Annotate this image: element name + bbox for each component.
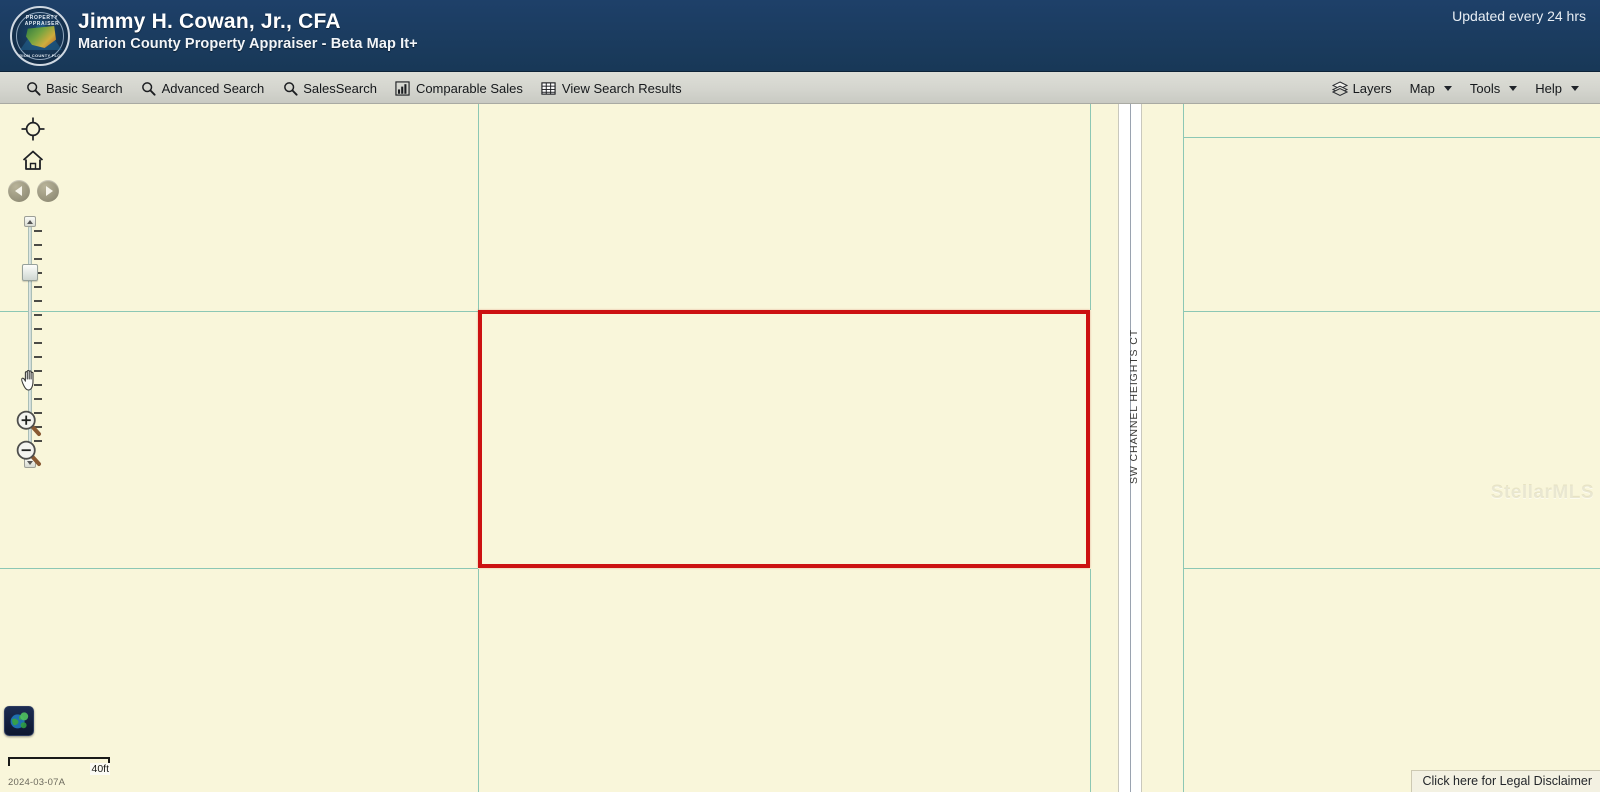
chevron-down-icon xyxy=(1571,85,1579,91)
bar-chart-icon xyxy=(395,80,411,96)
search-icon xyxy=(141,80,157,96)
legal-disclaimer-link[interactable]: Click here for Legal Disclaimer xyxy=(1411,770,1600,792)
map-application: PROPERTY APPRAISER MARION COUNTY FLORIDA… xyxy=(0,0,1600,792)
menu-item-label: Basic Search xyxy=(46,80,123,96)
menu-item-sales-search[interactable]: SalesSearch xyxy=(273,76,386,100)
menu-item-label: Layers xyxy=(1352,80,1392,96)
layers-icon xyxy=(1331,80,1348,96)
stellarmls-watermark: StellarMLS xyxy=(1490,482,1594,503)
parcel-line xyxy=(0,568,478,569)
updated-note: Updated every 24 hrs xyxy=(1452,8,1586,24)
imagery-date-stamp: 2024-03-07A xyxy=(8,777,66,788)
zoom-out-icon[interactable] xyxy=(14,438,44,468)
main-toolbar: Basic Search Advanced Search SalesSearch xyxy=(0,72,1600,104)
search-icon xyxy=(282,80,298,96)
menu-item-label: Advanced Search xyxy=(161,80,265,96)
menu-item-label: SalesSearch xyxy=(303,80,377,96)
toolbar-left-group: Basic Search Advanced Search SalesSearch xyxy=(16,72,691,104)
page-title: Jimmy H. Cowan, Jr., CFA xyxy=(78,10,341,33)
road-label: SW CHANNEL HEIGHTS CT xyxy=(1128,328,1140,484)
zoom-slider-up-button[interactable] xyxy=(24,216,36,227)
menu-item-label: Map xyxy=(1409,80,1435,96)
menu-item-view-search-results[interactable]: View Search Results xyxy=(532,76,691,100)
table-grid-icon xyxy=(541,80,557,96)
chevron-down-icon xyxy=(1509,85,1518,91)
page-subtitle: Marion County Property Appraiser - Beta … xyxy=(78,36,418,52)
seal-text-bottom: MARION COUNTY FLORIDA xyxy=(12,53,70,58)
zoom-in-icon[interactable] xyxy=(14,408,44,438)
seal-text-top: PROPERTY APPRAISER xyxy=(24,15,60,27)
app-header: PROPERTY APPRAISER MARION COUNTY FLORIDA… xyxy=(0,0,1600,72)
menu-item-map[interactable]: Map xyxy=(1401,76,1461,100)
home-icon[interactable] xyxy=(20,148,46,172)
menu-item-comparable-sales[interactable]: Comparable Sales xyxy=(386,76,532,100)
menu-item-label: Tools xyxy=(1469,80,1501,96)
scale-bar: 40ft xyxy=(8,757,110,775)
locate-crosshair-icon[interactable] xyxy=(20,116,46,142)
globe-overview-icon[interactable] xyxy=(4,706,34,736)
next-extent-icon[interactable] xyxy=(37,180,59,202)
menu-item-tools[interactable]: Tools xyxy=(1461,76,1526,100)
county-seal-icon: PROPERTY APPRAISER MARION COUNTY FLORIDA xyxy=(10,6,70,66)
toolbar-right-group: Layers Map Tools Help xyxy=(1323,72,1588,104)
selected-parcel-highlight[interactable] xyxy=(478,310,1090,568)
search-icon xyxy=(25,80,41,96)
map-canvas[interactable]: SW CHANNEL HEIGHTS CT StellarMLS 40ft 20… xyxy=(0,104,1600,792)
menu-item-label: View Search Results xyxy=(561,80,682,96)
menu-item-advanced-search[interactable]: Advanced Search xyxy=(132,76,274,100)
pan-hand-icon[interactable] xyxy=(16,366,44,394)
parcel-line xyxy=(1183,137,1600,138)
menu-item-help[interactable]: Help xyxy=(1526,76,1588,100)
menu-item-label: Help xyxy=(1535,80,1562,96)
parcel-line xyxy=(478,569,479,792)
chevron-down-icon xyxy=(1443,85,1452,91)
parcel-line xyxy=(1090,569,1091,792)
menu-item-label: Comparable Sales xyxy=(415,80,523,96)
parcel-line xyxy=(0,311,478,312)
menu-item-layers[interactable]: Layers xyxy=(1323,76,1401,100)
previous-extent-icon[interactable] xyxy=(8,180,30,202)
parcel-line xyxy=(1183,568,1600,569)
scale-bar-label: 40ft xyxy=(90,763,110,775)
parcel-line xyxy=(1183,104,1184,792)
menu-item-basic-search[interactable]: Basic Search xyxy=(16,76,132,100)
zoom-slider-handle[interactable] xyxy=(22,264,38,281)
parcel-line xyxy=(478,104,479,310)
parcel-line xyxy=(1183,311,1600,312)
extent-nav-group xyxy=(8,180,59,202)
parcel-line xyxy=(1090,104,1091,310)
